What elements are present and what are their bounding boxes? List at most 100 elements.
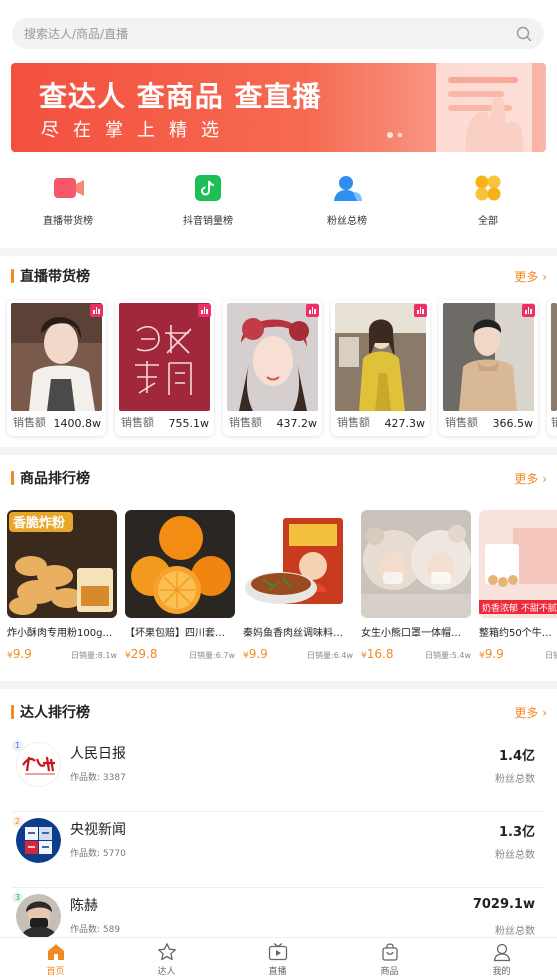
tab-label: 首页 [46,967,65,977]
live-card[interactable]: 销售额 427.3w [331,300,430,436]
tv-icon [268,942,288,962]
quick-nav-fans-total[interactable]: 粉丝总榜 [292,170,402,227]
daily-sales: 日销量:6.7w [189,651,235,660]
svg-text:奶香浓郁 不甜不腻: 奶香浓郁 不甜不腻 [482,602,557,614]
chevron-right-icon: › [538,706,547,720]
sales-label: 销 [551,416,557,429]
chevron-right-icon: › [538,270,547,284]
live-more-link[interactable]: 更多 › [514,268,547,285]
profile-icon [492,942,512,962]
quick-nav-all[interactable]: 全部 [433,170,543,227]
live-card[interactable]: 销售额 1400.8w [7,300,106,436]
shopping-bag-icon [380,942,400,962]
daily-sales: 日销 [545,651,557,660]
section-accent-bar [11,705,14,719]
tab-talent[interactable]: 达人 [111,942,222,977]
product-price: ¥9.9 [7,647,32,661]
promo-banner[interactable]: 查达人 查商品 查直播 尽在掌上精选 [11,63,546,152]
fans-count: 7029.1w [472,897,535,912]
live-stats-badge [414,304,427,317]
live-stats-badge [522,304,535,317]
live-stats-badge [306,304,319,317]
sales-label: 销售额 [445,416,478,429]
fans-label: 粉丝总数 [495,850,535,861]
fans-count: 1.3亿 [498,825,535,840]
bottom-tab-bar: 首页 达人 直播 商品 我的 [0,937,557,979]
quick-nav-douyin-sales[interactable]: 抖音销量榜 [153,170,263,227]
section-title: 商品排行榜 [20,471,90,487]
grid-icon [474,174,502,202]
fans-count: 1.4亿 [498,749,535,764]
section-accent-bar [11,269,14,283]
product-card[interactable]: 秦妈鱼香肉丝调味料… ¥9.9 日销量:6.4w [243,510,354,666]
rank-badge: 3 [12,892,23,903]
works-count: 作品数: 5770 [70,849,126,859]
sales-value: 437.2w [276,417,318,430]
search-bar[interactable]: 搜索达人/商品/直播 [12,18,544,49]
sales-label: 销售额 [13,416,46,429]
tiktok-icon [194,174,222,202]
user-icon [333,174,362,202]
daily-sales: 日销量:5.4w [425,651,471,660]
product-photo [361,510,471,618]
quick-nav-live-sales[interactable]: 直播带货榜 [13,170,123,227]
tab-live[interactable]: 直播 [222,942,333,977]
streamer-photo [443,303,534,411]
product-card[interactable]: 奶香浓郁 不甜不腻 整箱约50个牛奶… ¥9.9 日销 [479,510,557,666]
video-camera-icon [54,174,84,202]
tab-home[interactable]: 首页 [0,942,111,977]
works-count: 作品数: 589 [70,925,121,935]
live-card[interactable]: 销售额 437.2w [223,300,322,436]
rank-badge: 2 [12,816,23,827]
streamer-photo [119,303,210,411]
section-title: 直播带货榜 [20,269,90,285]
live-section-header: 直播带货榜 更多 › [0,264,557,288]
streamer-photo [551,303,557,411]
section-divider [0,248,557,256]
daily-sales: 日销量:6.4w [307,651,353,660]
product-carousel[interactable]: 香脆炸粉 炸小酥肉专用粉100g… ¥9.9 日销量:8.1w 【坏果包赔】四川… [0,510,557,666]
banner-subline: 尽在掌上精选 [41,120,233,141]
talent-section-header: 达人排行榜 更多 › [0,700,557,724]
chevron-right-icon: › [538,472,547,486]
talent-more-link[interactable]: 更多 › [514,704,547,721]
live-carousel[interactable]: 销售额 1400.8w 销售额 755.1w 销售额 437.2w 销售额 42… [0,300,557,438]
product-card[interactable]: 香脆炸粉 炸小酥肉专用粉100g… ¥9.9 日销量:8.1w [7,510,118,666]
avatar [16,742,61,787]
talent-name: 陈赫 [70,898,98,914]
talent-name: 央视新闻 [70,822,126,838]
product-name: 秦妈鱼香肉丝调味料… [243,628,343,639]
live-stats-badge [90,304,103,317]
svg-text:香脆炸粉: 香脆炸粉 [12,515,65,531]
live-card[interactable]: 销售额 755.1w [115,300,214,436]
product-card[interactable]: 【坏果包赔】四川套… ¥29.8 日销量:6.7w [125,510,236,666]
avatar [16,818,61,863]
quick-nav-label: 全部 [478,216,498,227]
quick-nav-label: 抖音销量榜 [183,216,233,227]
sales-label: 销售额 [337,416,370,429]
product-name: 【坏果包赔】四川套… [125,628,225,639]
product-card[interactable]: 女生小熊口罩一体帽… ¥16.8 日销量:5.4w [361,510,472,666]
product-name: 整箱约50个牛奶… [479,628,557,639]
product-price: ¥9.9 [243,647,268,661]
sales-label: 销售额 [121,416,154,429]
live-card[interactable]: 销售额 366.5w [439,300,538,436]
tab-label: 我的 [492,967,511,977]
live-card-partial[interactable]: 销 [547,300,557,436]
section-divider [0,681,557,689]
search-input[interactable]: 搜索达人/商品/直播 [24,25,516,42]
tab-products[interactable]: 商品 [334,942,445,977]
tab-profile[interactable]: 我的 [446,942,557,977]
product-more-link[interactable]: 更多 › [514,470,547,487]
search-icon[interactable] [516,26,532,42]
product-price: ¥29.8 [125,647,158,661]
star-icon [157,942,177,962]
talent-row[interactable]: 1 人民日报 作品数: 3387 1.4亿 粉丝总数 [0,736,557,812]
streamer-photo [335,303,426,411]
sales-label: 销售额 [229,416,262,429]
streamer-photo [11,303,102,411]
product-photo: 香脆炸粉 [7,510,117,618]
talent-row[interactable]: 2 央视新闻 作品数: 5770 1.3亿 粉丝总数 [0,812,557,888]
sales-value: 427.3w [384,417,426,430]
section-accent-bar [11,471,14,485]
